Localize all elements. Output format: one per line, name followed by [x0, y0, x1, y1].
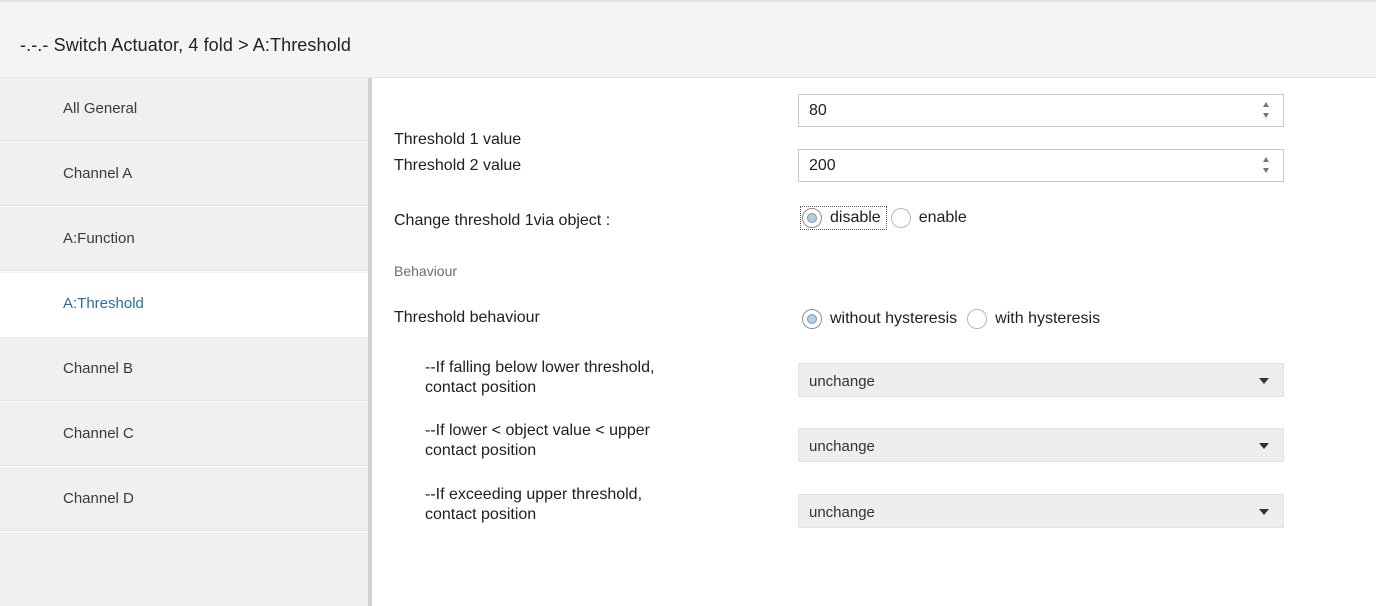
- radio-disable[interactable]: disable: [800, 206, 887, 230]
- spin-arrows-icon[interactable]: [1261, 156, 1271, 176]
- sidebar-item-label: All General: [63, 100, 138, 117]
- chevron-down-icon[interactable]: [1263, 113, 1269, 118]
- threshold-behaviour-radio-group: without hysteresis with hysteresis: [802, 305, 1100, 333]
- threshold-1-value[interactable]: 80: [809, 102, 827, 120]
- sidebar-item-label: Channel B: [63, 360, 134, 377]
- exceeding-label: --If exceeding upper threshold, contact …: [425, 485, 765, 525]
- falling-below-label: --If falling below lower threshold, cont…: [425, 358, 765, 398]
- radio-unselected-icon[interactable]: [890, 208, 911, 228]
- chevron-down-icon[interactable]: [1259, 378, 1269, 384]
- chevron-down-icon[interactable]: [1263, 168, 1269, 173]
- label-line: contact position: [425, 379, 537, 396]
- label-line: --If exceeding upper threshold,: [425, 486, 643, 503]
- radio-enable[interactable]: enable: [890, 208, 967, 228]
- sidebar-item-label: A:Function: [63, 230, 135, 247]
- change-threshold-radio-group: disable enable: [800, 204, 967, 232]
- threshold-2-label: Threshold 2 value: [394, 157, 522, 174]
- section-heading-behaviour: Behaviour: [394, 263, 458, 279]
- label-line: --If falling below lower threshold,: [425, 359, 655, 376]
- sidebar-item-channel-c[interactable]: Channel C: [0, 403, 368, 467]
- change-threshold-label: Change threshold 1via object :: [394, 212, 611, 229]
- between-dropdown[interactable]: unchange: [798, 428, 1284, 462]
- sidebar-item-label: A:Threshold: [63, 295, 144, 312]
- radio-without-hysteresis[interactable]: without hysteresis: [802, 309, 957, 329]
- threshold-2-value[interactable]: 200: [809, 157, 836, 175]
- sidebar-item-label: Channel A: [63, 165, 133, 182]
- falling-below-dropdown[interactable]: unchange: [798, 363, 1284, 397]
- parameter-panel: Threshold 1 value 80 Threshold 2 value 2…: [376, 78, 1376, 606]
- sidebar: All General Channel A A:Function A:Thres…: [0, 78, 372, 606]
- sidebar-item-channel-d[interactable]: Channel D: [0, 468, 368, 532]
- sidebar-item-channel-a[interactable]: Channel A: [0, 143, 368, 207]
- dropdown-value: unchange: [809, 504, 875, 521]
- sidebar-item-a-function[interactable]: A:Function: [0, 208, 368, 272]
- radio-with-hysteresis[interactable]: with hysteresis: [967, 309, 1100, 329]
- page-header: -.-.- Switch Actuator, 4 fold > A:Thresh…: [0, 0, 1376, 78]
- threshold-1-label: Threshold 1 value: [394, 131, 522, 148]
- chevron-down-icon[interactable]: [1259, 509, 1269, 515]
- radio-selected-icon[interactable]: [802, 309, 822, 329]
- sidebar-item-a-threshold[interactable]: A:Threshold: [0, 273, 368, 337]
- sidebar-item-label: Channel D: [63, 490, 134, 507]
- chevron-up-icon[interactable]: [1263, 157, 1269, 162]
- threshold-2-spinbox[interactable]: 200: [798, 149, 1284, 182]
- radio-label: disable: [830, 209, 881, 226]
- label-line: contact position: [425, 506, 537, 523]
- label-line: contact position: [425, 442, 537, 459]
- exceeding-dropdown[interactable]: unchange: [798, 494, 1284, 528]
- sidebar-item-channel-b[interactable]: Channel B: [0, 338, 368, 402]
- chevron-up-icon[interactable]: [1263, 102, 1269, 107]
- radio-label: with hysteresis: [995, 310, 1101, 327]
- radio-label: without hysteresis: [830, 310, 958, 327]
- spin-arrows-icon[interactable]: [1261, 101, 1271, 121]
- chevron-down-icon[interactable]: [1259, 443, 1269, 449]
- page-title: -.-.- Switch Actuator, 4 fold > A:Thresh…: [20, 35, 351, 55]
- sidebar-item-all-general[interactable]: All General: [0, 78, 368, 142]
- radio-selected-icon[interactable]: [802, 208, 822, 228]
- threshold-behaviour-label: Threshold behaviour: [394, 309, 540, 326]
- between-label: --If lower < object value < upper contac…: [425, 421, 765, 461]
- label-line: --If lower < object value < upper: [425, 422, 651, 439]
- dropdown-value: unchange: [809, 373, 875, 390]
- threshold-1-spinbox[interactable]: 80: [798, 94, 1284, 127]
- dropdown-value: unchange: [809, 438, 875, 455]
- sidebar-item-label: Channel C: [63, 425, 134, 442]
- radio-label: enable: [918, 209, 967, 226]
- radio-unselected-icon[interactable]: [967, 309, 988, 329]
